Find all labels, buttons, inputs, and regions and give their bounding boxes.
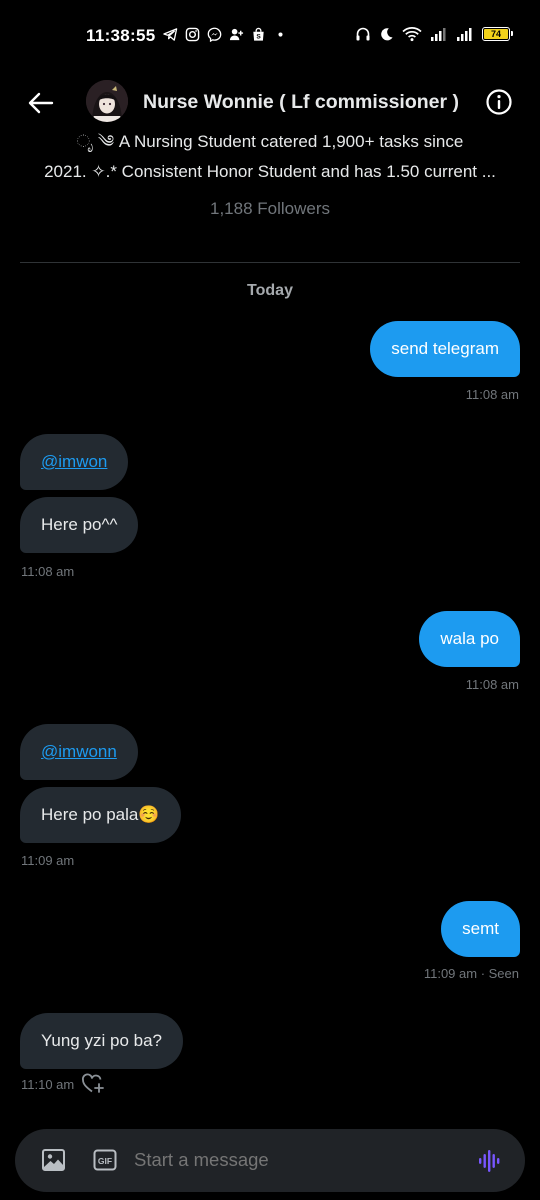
message-text: send telegram [391, 339, 499, 358]
instagram-icon [184, 26, 200, 42]
avatar[interactable] [86, 80, 128, 122]
message-text: wala po [440, 629, 499, 648]
back-button[interactable] [26, 88, 56, 118]
message-timestamp: 11:08 am [465, 677, 519, 692]
message-bubble-incoming[interactable]: @imwonn [20, 724, 138, 780]
moon-icon [381, 27, 393, 40]
conversation-header: Nurse Wonnie ( Lf commissioner ) [0, 78, 540, 126]
dot-icon [272, 26, 288, 42]
status-time: 11:38:55 [86, 26, 156, 45]
system-icons: 74 [355, 26, 513, 42]
message-text: Here po pala☺️ [41, 805, 160, 824]
add-image-button[interactable] [41, 1148, 67, 1172]
message-bubble-incoming[interactable]: Here po^^ [20, 497, 139, 553]
info-button[interactable] [485, 88, 513, 116]
message-bubble-outgoing[interactable]: send telegram [370, 321, 520, 377]
message-bubble-incoming[interactable]: @imwon [20, 434, 129, 490]
message-timestamp: 11:10 am [21, 1077, 75, 1092]
voice-icon [479, 1150, 500, 1172]
message-text: Here po^^ [41, 515, 118, 534]
message-input[interactable] [134, 1149, 454, 1171]
message-composer: GIF [15, 1129, 525, 1192]
signal-icon-2 [457, 28, 472, 41]
signal-icon [431, 28, 446, 41]
message-text: semt [462, 919, 499, 938]
message-timestamp-seen: 11:09 am · Seen [423, 966, 519, 981]
telegram-icon [162, 26, 178, 42]
messenger-icon [206, 26, 222, 42]
message-timestamp: 11:08 am [21, 564, 75, 579]
headphones-icon [356, 27, 370, 41]
followers-count[interactable]: 1,188 Followers [0, 199, 540, 219]
add-reaction-button[interactable] [81, 1072, 105, 1094]
voice-message-button[interactable] [477, 1148, 503, 1174]
notification-icons: S [162, 26, 288, 42]
add-gif-button[interactable]: GIF [93, 1148, 117, 1172]
message-timestamp: 11:09 am [21, 853, 75, 868]
day-separator: Today [247, 282, 293, 299]
person-add-icon [228, 26, 244, 42]
info-icon [486, 89, 512, 115]
message-bubble-incoming[interactable]: Yung yzi po ba? [20, 1013, 183, 1069]
mention-link[interactable]: @imwonn [41, 741, 117, 763]
page-title[interactable]: Nurse Wonnie ( Lf commissioner ) [143, 91, 459, 114]
message-text: Yung yzi po ba? [41, 1031, 162, 1050]
svg-text:S: S [256, 33, 261, 40]
battery-icon: 74 [482, 27, 513, 41]
gif-label: GIF [98, 1156, 112, 1166]
message-bubble-incoming[interactable]: Here po pala☺️ [20, 787, 181, 843]
message-timestamp: 11:08 am [465, 387, 519, 402]
gif-icon: GIF [93, 1149, 117, 1171]
back-arrow-icon [28, 92, 54, 114]
battery-level: 74 [484, 29, 508, 39]
message-bubble-outgoing[interactable]: wala po [419, 611, 520, 667]
heart-plus-icon [82, 1073, 104, 1093]
message-bubble-outgoing[interactable]: semt [441, 901, 520, 957]
shopee-icon: S [250, 26, 266, 42]
wifi-icon [402, 27, 422, 42]
image-icon [42, 1149, 65, 1171]
status-bar: 11:38:55 S 74 [0, 0, 540, 72]
divider [20, 262, 520, 263]
profile-bio-line-2: 2021. ✧.* Consistent Honor Student and h… [44, 162, 496, 181]
mention-link[interactable]: @imwon [41, 451, 107, 473]
profile-bio-line-1: ೃ ༄ A Nursing Student catered 1,900+ tas… [76, 132, 464, 151]
